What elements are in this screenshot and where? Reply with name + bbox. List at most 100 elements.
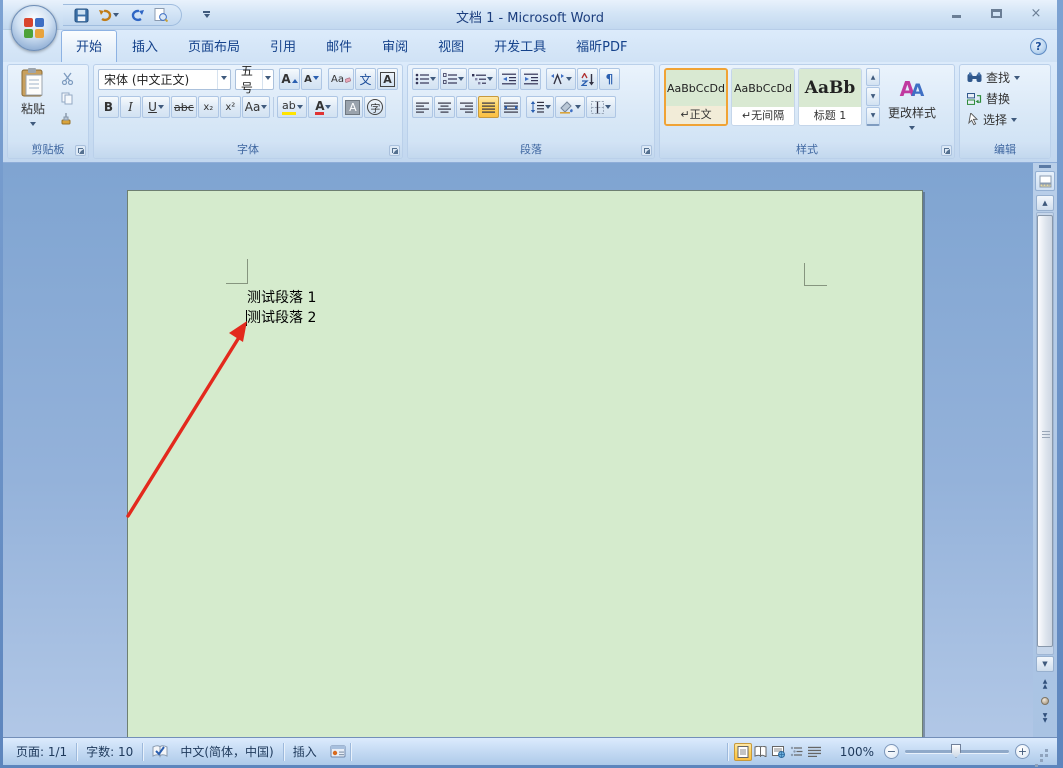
show-hide-marks-button[interactable]: ¶ (599, 68, 620, 90)
tab-insert[interactable]: 插入 (117, 30, 173, 62)
highlight-dropdown-arrow[interactable] (297, 105, 303, 112)
style-heading1[interactable]: AaBb 标题 1 (798, 68, 862, 126)
change-case-button[interactable]: Aa (242, 96, 271, 118)
underline-button[interactable]: U (142, 96, 170, 118)
superscript-button[interactable]: x² (220, 96, 241, 118)
font-size-combo[interactable]: 五号 (235, 69, 274, 90)
change-case-dropdown-arrow[interactable] (261, 105, 267, 112)
fullscreen-reading-view-button[interactable] (752, 743, 770, 761)
macro-record-button[interactable] (326, 738, 350, 765)
bold-button[interactable]: B (98, 96, 119, 118)
document-text[interactable]: 测试段落 1 测试段落 2 (247, 288, 316, 328)
tab-view[interactable]: 视图 (423, 30, 479, 62)
tab-developer[interactable]: 开发工具 (479, 30, 561, 62)
print-layout-view-button[interactable] (734, 743, 752, 761)
paragraph-1[interactable]: 测试段落 1 (247, 288, 316, 308)
styles-scroll-down[interactable]: ▼ (866, 87, 880, 105)
word-count[interactable]: 字数: 10 (77, 738, 142, 765)
format-painter-button[interactable] (57, 109, 78, 127)
bullets-button[interactable] (412, 68, 439, 90)
line-spacing-dropdown-arrow[interactable] (545, 105, 551, 112)
tab-page-layout[interactable]: 页面布局 (173, 30, 255, 62)
character-shading-button[interactable]: A (342, 96, 363, 118)
scroll-down-button[interactable]: ▼ (1036, 656, 1054, 672)
minimize-button[interactable] (943, 6, 969, 21)
window-resize-grip[interactable] (1036, 745, 1049, 758)
previous-page-button[interactable]: ▲▲ (1036, 675, 1054, 692)
web-layout-view-button[interactable] (770, 743, 788, 761)
font-name-combo[interactable]: 宋体 (中文正文) (98, 69, 231, 90)
font-dialog-launcher[interactable] (389, 145, 400, 156)
highlight-color-button[interactable]: ab (277, 96, 307, 118)
multilevel-list-button[interactable] (468, 68, 497, 90)
page-indicator[interactable]: 页面: 1/1 (7, 738, 76, 765)
document-page[interactable]: 测试段落 1 测试段落 2 (127, 190, 923, 737)
grow-font-button[interactable]: A (279, 68, 300, 90)
bullets-dropdown-arrow[interactable] (430, 77, 436, 84)
align-center-button[interactable] (434, 96, 455, 118)
select-dropdown-arrow[interactable] (1011, 118, 1017, 125)
sort-button[interactable] (577, 68, 598, 90)
align-right-button[interactable] (456, 96, 477, 118)
maximize-button[interactable] (983, 6, 1009, 21)
strikethrough-button[interactable]: abc (171, 96, 197, 118)
zoom-slider-track[interactable] (905, 750, 1009, 753)
draft-view-button[interactable] (806, 743, 824, 761)
zoom-out-button[interactable]: − (884, 744, 899, 759)
change-styles-dropdown-arrow[interactable] (909, 126, 915, 133)
scrollbar-thumb[interactable] (1037, 215, 1053, 647)
character-border-button[interactable]: A (377, 68, 398, 90)
tab-review[interactable]: 审阅 (367, 30, 423, 62)
shading-button[interactable] (555, 96, 585, 118)
styles-gallery-expand[interactable]: ▼ (866, 107, 880, 126)
office-button[interactable] (11, 5, 57, 51)
split-handle[interactable] (1039, 165, 1051, 168)
italic-button[interactable]: I (120, 96, 141, 118)
distribute-button[interactable] (500, 96, 521, 118)
enclose-characters-button[interactable]: 字 (364, 96, 386, 118)
underline-dropdown-arrow[interactable] (158, 105, 164, 112)
style-no-spacing[interactable]: AaBbCcDd ↵无间隔 (731, 68, 795, 126)
paragraph-2[interactable]: 测试段落 2 (247, 308, 316, 328)
increase-indent-button[interactable] (520, 68, 541, 90)
scroll-up-button[interactable]: ▲ (1036, 195, 1054, 211)
asian-layout-button[interactable] (546, 68, 576, 90)
tab-foxit-pdf[interactable]: 福昕PDF (561, 30, 642, 62)
clear-formatting-button[interactable]: Aa (328, 68, 354, 90)
change-styles-button[interactable]: AA 更改样式 (884, 68, 940, 142)
ruler-toggle-button[interactable] (1035, 171, 1055, 191)
zoom-in-button[interactable]: + (1015, 744, 1030, 759)
scrollbar-track[interactable] (1036, 212, 1054, 655)
outline-view-button[interactable] (788, 743, 806, 761)
paste-dropdown-arrow[interactable] (30, 122, 36, 129)
tab-home[interactable]: 开始 (61, 30, 117, 62)
tab-mailings[interactable]: 邮件 (311, 30, 367, 62)
styles-dialog-launcher[interactable] (941, 145, 952, 156)
copy-button[interactable] (57, 89, 78, 107)
font-color-dropdown-arrow[interactable] (325, 105, 331, 112)
font-size-dropdown-arrow[interactable] (262, 70, 273, 89)
paste-button[interactable]: 粘贴 (12, 68, 54, 142)
insert-mode-indicator[interactable]: 插入 (284, 738, 326, 765)
line-spacing-button[interactable] (526, 96, 554, 118)
borders-dropdown-arrow[interactable] (605, 105, 611, 112)
spellcheck-status[interactable] (143, 738, 178, 765)
subscript-button[interactable]: x₂ (198, 96, 219, 118)
find-button[interactable]: 查找 (964, 68, 1046, 87)
replace-button[interactable]: 替换 (964, 89, 1046, 108)
justify-button[interactable] (478, 96, 499, 118)
paragraph-dialog-launcher[interactable] (641, 145, 652, 156)
select-button[interactable]: 选择 (964, 110, 1046, 129)
zoom-level[interactable]: 100% (840, 745, 874, 759)
language-indicator[interactable]: 中文(简体，中国) (178, 738, 282, 765)
borders-button[interactable] (586, 96, 616, 118)
numbering-dropdown-arrow[interactable] (458, 77, 464, 84)
shrink-font-button[interactable]: A (301, 68, 322, 90)
next-page-button[interactable]: ▼▼ (1036, 709, 1054, 726)
browse-object-button[interactable] (1036, 692, 1054, 709)
close-button[interactable]: × (1023, 6, 1049, 21)
zoom-slider-thumb[interactable] (951, 744, 961, 758)
tab-references[interactable]: 引用 (255, 30, 311, 62)
style-normal[interactable]: AaBbCcDd ↵正文 (664, 68, 728, 126)
asian-layout-dropdown-arrow[interactable] (566, 77, 572, 84)
